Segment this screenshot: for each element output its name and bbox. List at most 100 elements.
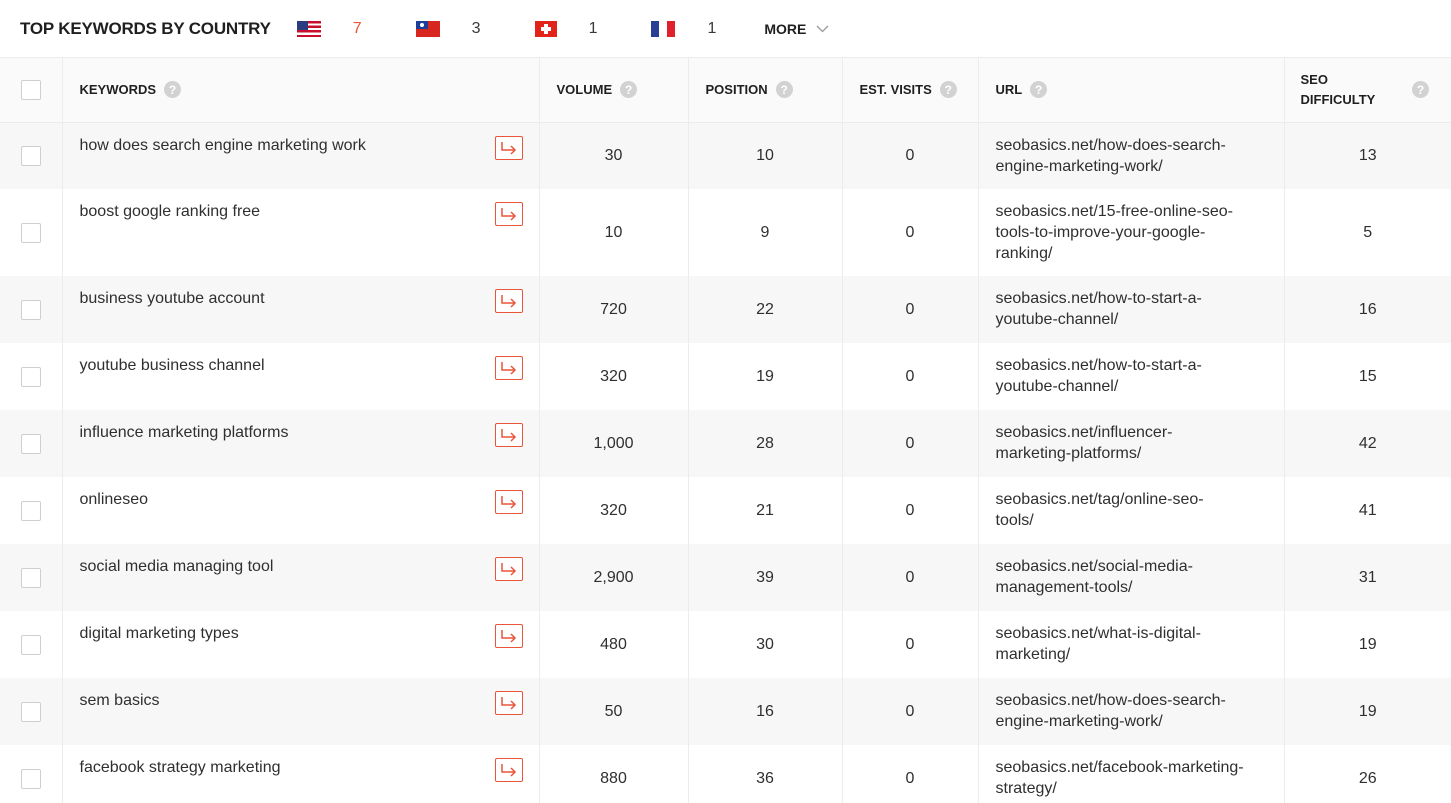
keyword-action-icon[interactable] — [494, 423, 523, 447]
seo-difficulty-cell: 5 — [1363, 224, 1373, 241]
row-select-cell — [0, 611, 63, 678]
keyword-action-icon[interactable] — [494, 557, 523, 581]
url-line: youtube-channel/ — [995, 378, 1119, 395]
help-icon[interactable]: ? — [939, 81, 957, 99]
column-position[interactable]: POSITION? — [688, 58, 843, 123]
help-icon[interactable]: ? — [775, 81, 793, 99]
tw-flag-icon — [415, 20, 440, 37]
row-select-cell — [0, 343, 63, 410]
keyword-action-icon[interactable] — [494, 624, 523, 648]
arrow-return-icon — [500, 362, 516, 375]
row-select-cell — [0, 477, 63, 544]
est-visits-cell: 0 — [842, 343, 979, 410]
seo-difficulty-cell: 15 — [1358, 368, 1377, 385]
row-checkbox[interactable] — [21, 299, 41, 320]
keyword-text: facebook strategy marketing — [79, 759, 281, 776]
keyword-action-icon[interactable] — [494, 490, 523, 514]
keyword-cell: how does search engine marketing work — [62, 122, 540, 189]
est-visits-cell: 0 — [842, 276, 979, 343]
country-count: 7 — [352, 19, 362, 37]
url-cell[interactable]: seobasics.net/influencer-marketing-platf… — [978, 410, 1285, 477]
column-keywords[interactable]: KEYWORDS? — [62, 58, 540, 123]
top-keywords-header: TOP KEYWORDS BY COUNTRY 7 3 1 1 MORE — [0, 0, 1451, 58]
column-volume[interactable]: VOLUME? — [539, 58, 689, 123]
row-checkbox[interactable] — [21, 567, 41, 588]
est-visits-cell: 0 — [842, 745, 979, 803]
help-icon[interactable]: ? — [1030, 81, 1048, 99]
arrow-return-icon — [500, 496, 516, 509]
url-cell[interactable]: seobasics.net/15-free-online-seo-tools-t… — [978, 189, 1285, 276]
country-filter-us[interactable]: 7 — [296, 19, 362, 38]
arrow-return-icon — [500, 764, 516, 777]
arrow-return-icon — [500, 208, 516, 221]
help-icon[interactable]: ? — [164, 81, 182, 99]
position-cell: 21 — [688, 477, 843, 544]
row-checkbox[interactable] — [21, 222, 41, 243]
help-icon[interactable]: ? — [620, 81, 638, 99]
position-cell: 19 — [688, 343, 843, 410]
row-checkbox[interactable] — [21, 634, 41, 655]
url-cell[interactable]: seobasics.net/facebook-marketing-strateg… — [978, 745, 1285, 803]
keyword-cell: sem basics — [62, 678, 540, 745]
row-select-cell — [0, 189, 63, 276]
url-cell[interactable]: seobasics.net/social-media-management-to… — [978, 544, 1285, 611]
row-checkbox[interactable] — [21, 701, 41, 722]
url-cell[interactable]: seobasics.net/what-is-digital-marketing/ — [978, 611, 1285, 678]
position-cell: 39 — [688, 544, 843, 611]
table-row: social media managing tool 2,900 39 0 se… — [0, 544, 1451, 611]
url-cell[interactable]: seobasics.net/how-to-start-a-youtube-cha… — [978, 276, 1285, 343]
url-cell[interactable]: seobasics.net/how-does-search-engine-mar… — [978, 678, 1285, 745]
column-label: POSITION — [705, 82, 768, 98]
row-checkbox[interactable] — [21, 145, 41, 166]
table-header-row: KEYWORDS? VOLUME? POSITION? EST. VISITS?… — [0, 58, 1451, 123]
volume-cell: 320 — [539, 477, 689, 544]
url-line: seobasics.net/tag/online-seo- — [995, 491, 1204, 508]
column-seo-difficulty[interactable]: SEO DIFFICULTY ? — [1284, 58, 1451, 123]
keyword-action-icon[interactable] — [494, 202, 523, 226]
url-cell[interactable]: seobasics.net/how-does-search-engine-mar… — [978, 122, 1285, 189]
url-line: seobasics.net/how-does-search- — [995, 136, 1226, 154]
keyword-action-icon[interactable] — [494, 289, 523, 313]
table-row: onlineseo 320 21 0 seobasics.net/tag/onl… — [0, 477, 1451, 544]
column-label-line: DIFFICULTY — [1300, 91, 1376, 107]
url-line: strategy/ — [995, 780, 1057, 797]
row-checkbox[interactable] — [21, 500, 41, 521]
country-count: 1 — [707, 19, 717, 37]
help-icon[interactable]: ? — [1412, 81, 1429, 99]
country-filter-fr[interactable]: 1 — [651, 20, 716, 38]
country-count: 3 — [471, 19, 481, 37]
keyword-text: youtube business channel — [79, 357, 265, 374]
volume-cell: 480 — [539, 611, 689, 678]
arrow-return-icon — [500, 141, 516, 155]
ch-flag-icon — [534, 20, 557, 37]
seo-difficulty-cell: 31 — [1358, 569, 1377, 586]
country-filter-tw[interactable]: 3 — [415, 19, 481, 38]
est-visits-cell: 0 — [842, 544, 979, 611]
table-row: sem basics 50 16 0 seobasics.net/how-doe… — [0, 678, 1451, 745]
keyword-text: how does search engine marketing work — [79, 136, 366, 154]
table-row: youtube business channel 320 19 0 seobas… — [0, 343, 1451, 410]
keyword-text: onlineseo — [79, 491, 149, 508]
keyword-action-icon[interactable] — [494, 356, 523, 380]
url-cell[interactable]: seobasics.net/how-to-start-a-youtube-cha… — [978, 343, 1285, 410]
url-cell[interactable]: seobasics.net/tag/online-seo-tools/ — [978, 477, 1285, 544]
fr-flag-icon — [651, 20, 676, 37]
url-line: seobasics.net/social-media- — [995, 558, 1193, 575]
keyword-action-icon[interactable] — [494, 758, 523, 782]
row-checkbox[interactable] — [21, 366, 41, 387]
keyword-cell: facebook strategy marketing — [62, 745, 540, 803]
column-est-visits[interactable]: EST. VISITS? — [842, 58, 979, 123]
url-line: seobasics.net/how-to-start-a- — [995, 290, 1202, 307]
est-visits-cell: 0 — [842, 611, 979, 678]
url-line: tools/ — [995, 512, 1034, 529]
keyword-action-icon[interactable] — [494, 135, 523, 160]
position-cell: 10 — [688, 122, 843, 189]
more-countries-button[interactable]: MORE — [764, 21, 829, 37]
row-checkbox[interactable] — [21, 433, 41, 454]
column-url[interactable]: URL? — [978, 58, 1285, 123]
row-checkbox[interactable] — [21, 768, 41, 789]
keyword-action-icon[interactable] — [494, 691, 523, 715]
country-count: 1 — [588, 19, 598, 37]
select-all-checkbox[interactable] — [21, 79, 41, 100]
country-filter-ch[interactable]: 1 — [534, 19, 598, 38]
